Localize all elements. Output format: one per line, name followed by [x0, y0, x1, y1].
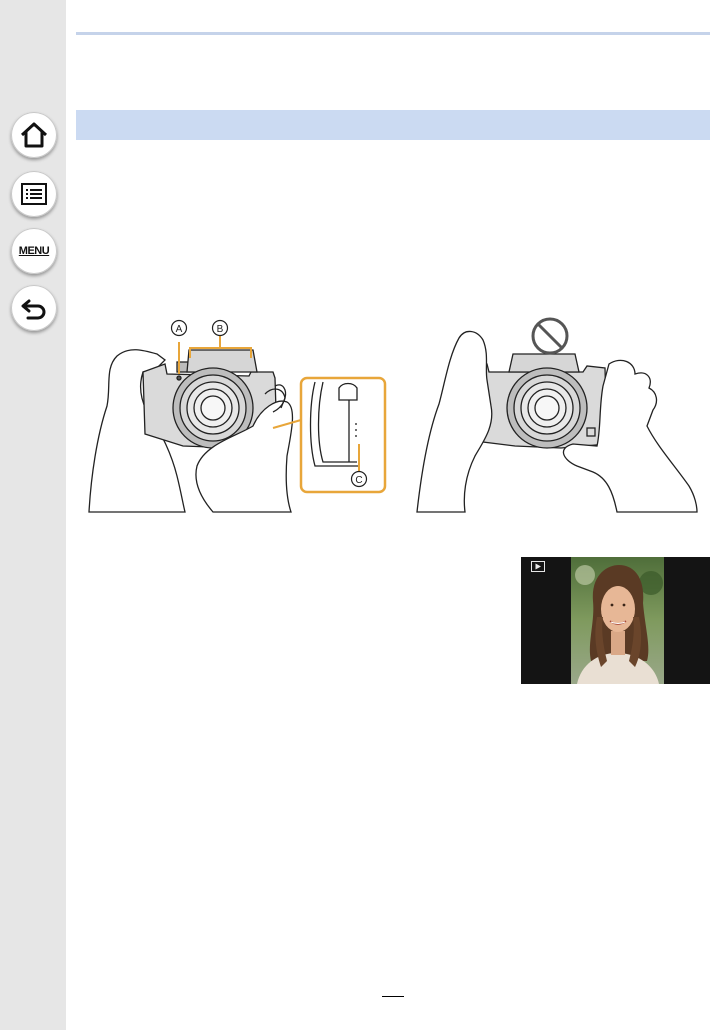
header-rule [76, 32, 710, 35]
callout-a-label: A [176, 324, 183, 335]
section-header-bar [76, 110, 710, 140]
playback-screen-photo [521, 557, 710, 684]
play-icon [531, 561, 545, 572]
camera-holding-illustration: A B C [88, 317, 698, 513]
sidebar: MENU [0, 0, 66, 1030]
back-icon [21, 299, 46, 320]
correct-hold-drawing [88, 349, 294, 513]
contents-button[interactable] [11, 171, 57, 217]
strap-eyelet-inset [299, 376, 387, 494]
menu-icon: MENU [18, 245, 50, 257]
callout-c-label: C [355, 475, 362, 486]
page-number-underline [382, 996, 404, 997]
home-icon [20, 122, 48, 148]
no-symbol-icon [531, 317, 569, 355]
contents-list-icon [21, 183, 47, 205]
incorrect-hold-drawing [416, 330, 698, 513]
menu-button[interactable]: MENU [11, 228, 57, 274]
back-button[interactable] [11, 285, 57, 331]
callout-b-label: B [217, 324, 224, 335]
home-button[interactable] [11, 112, 57, 158]
portrait-image [571, 557, 664, 684]
